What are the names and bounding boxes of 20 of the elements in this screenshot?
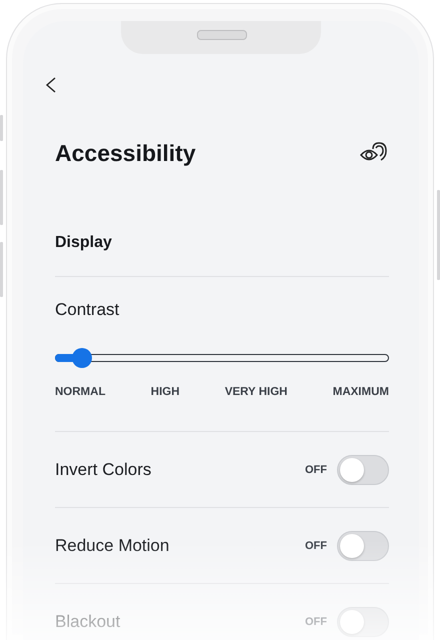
state-label: OFF — [305, 464, 327, 476]
page-title: Accessibility — [55, 139, 196, 168]
setting-label: Reduce Motion — [55, 536, 170, 556]
setting-label: Invert Colors — [55, 460, 152, 480]
contrast-step-label[interactable]: NORMAL — [55, 384, 106, 400]
contrast-step-label[interactable]: HIGH — [150, 384, 180, 400]
setting-label: Blackout — [55, 612, 122, 632]
speaker-grille — [197, 30, 247, 40]
toggle-switch[interactable] — [337, 530, 389, 560]
state-label: OFF — [305, 616, 327, 628]
contrast-step-label[interactable]: MAXIMUM — [332, 384, 389, 400]
contrast-label: Contrast — [55, 299, 120, 321]
toggle-switch[interactable] — [337, 606, 389, 636]
slider-thumb[interactable] — [72, 348, 92, 368]
back-icon[interactable] — [45, 77, 57, 93]
state-label: OFF — [305, 540, 327, 552]
section-heading: Display — [55, 231, 389, 277]
toggle-switch[interactable] — [337, 454, 389, 484]
contrast-slider[interactable] — [55, 348, 389, 368]
contrast-step-label[interactable]: VERY HIGH — [224, 384, 288, 400]
